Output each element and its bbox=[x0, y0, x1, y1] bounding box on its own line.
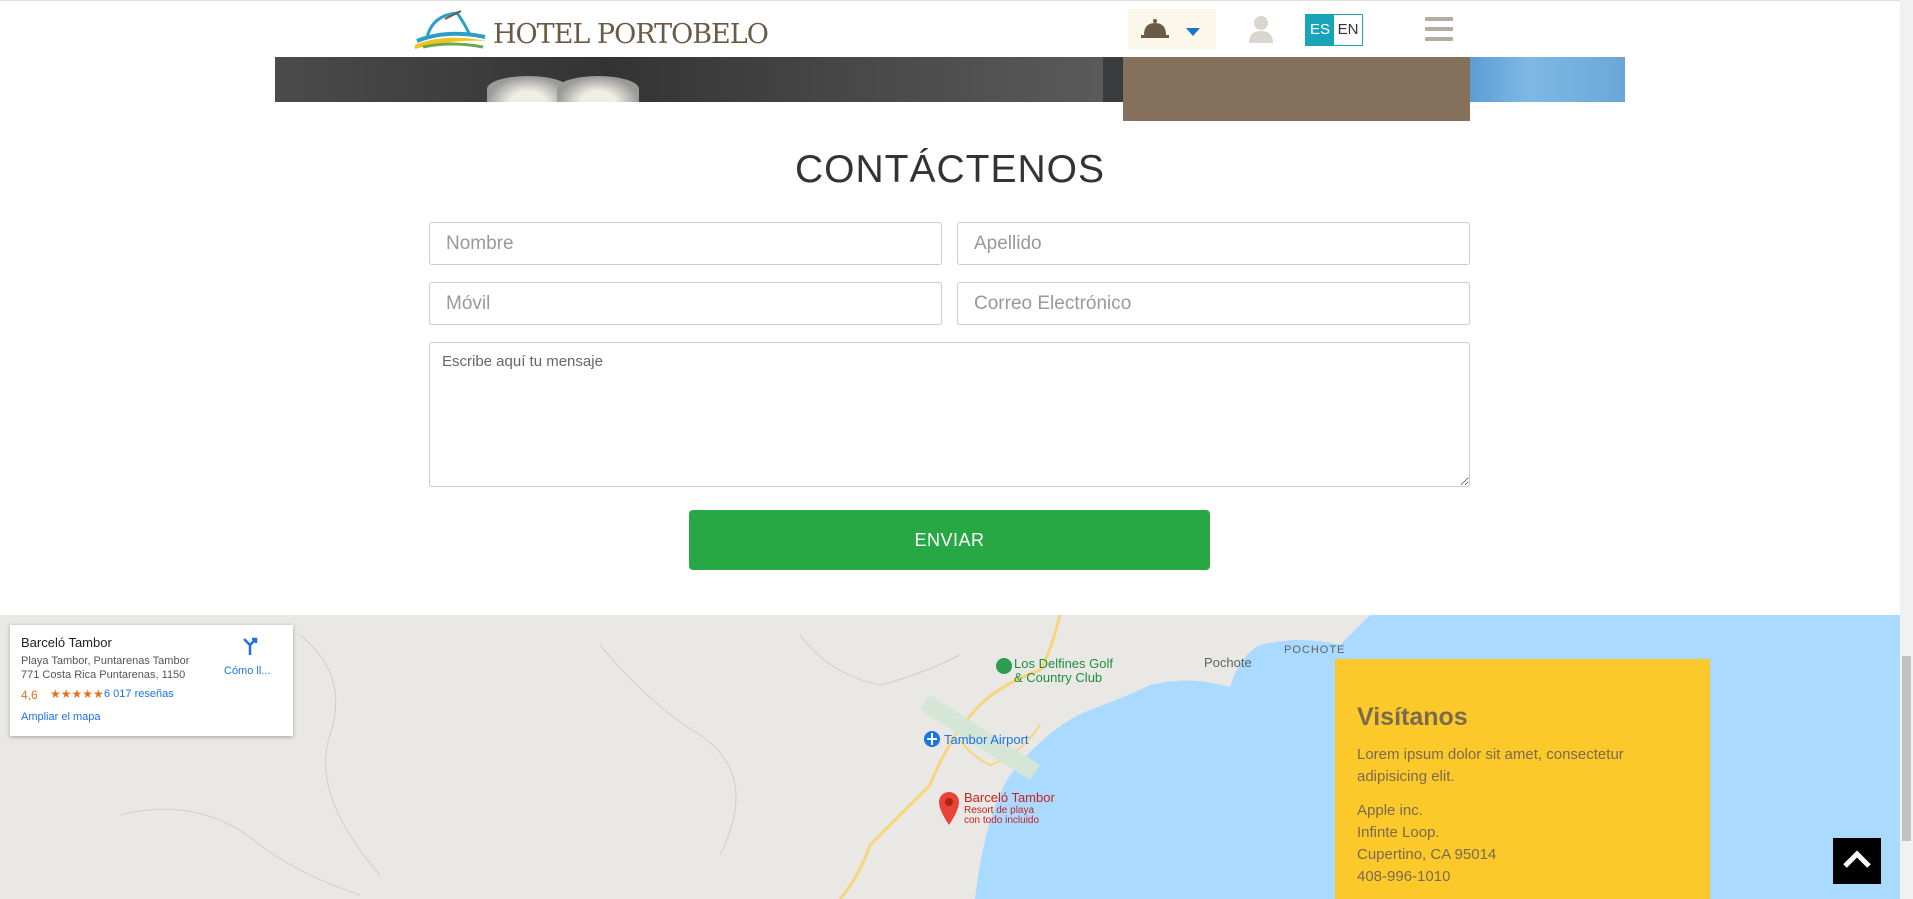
lang-es-button[interactable]: ES bbox=[1306, 15, 1334, 45]
contact-title: CONTÁCTENOS bbox=[794, 148, 1105, 191]
place-address-line1: Playa Tambor, Puntarenas Tambor bbox=[21, 655, 190, 667]
location-pin-icon[interactable] bbox=[937, 790, 961, 826]
pochote-district-label: POCHOTE bbox=[1284, 644, 1346, 656]
user-icon[interactable] bbox=[1245, 13, 1277, 45]
reviews-link[interactable]: 6 017 reseñas bbox=[104, 688, 174, 700]
language-switcher: ES EN bbox=[1305, 14, 1363, 46]
hamburger-menu-icon[interactable] bbox=[1425, 17, 1453, 41]
first-name-input[interactable] bbox=[429, 222, 942, 265]
message-textarea[interactable] bbox=[429, 342, 1470, 487]
hero-image-left bbox=[275, 56, 1103, 102]
bell-icon bbox=[1141, 19, 1200, 38]
airport-marker-icon[interactable] bbox=[923, 730, 941, 748]
hotel-logo[interactable]: HOTEL PORTOBELO bbox=[413, 7, 769, 53]
page-scrollbar[interactable] bbox=[1900, 0, 1913, 899]
pochote-label: Pochote bbox=[1204, 655, 1252, 670]
last-name-input[interactable] bbox=[957, 222, 1470, 265]
place-address-line2: 771 Costa Rica Puntarenas, 1150 bbox=[21, 669, 186, 681]
caret-down-icon bbox=[1186, 28, 1200, 36]
lang-en-button[interactable]: EN bbox=[1334, 15, 1362, 45]
directions-icon[interactable] bbox=[240, 637, 260, 657]
visit-title: Visítanos bbox=[1357, 703, 1468, 731]
visit-phone: 408-996-1010 bbox=[1357, 868, 1451, 885]
visit-us-card: Visítanos Lorem ipsum dolor sit amet, co… bbox=[1335, 659, 1710, 899]
lamp-shape bbox=[557, 76, 639, 102]
site-header: HOTEL PORTOBELO ES EN bbox=[0, 0, 1900, 57]
visit-description: Lorem ipsum dolor sit amet, consectetur … bbox=[1357, 746, 1624, 785]
hero-overlay-box bbox=[1123, 56, 1470, 121]
place-name: Barceló Tambor bbox=[21, 635, 112, 650]
chevron-up-icon bbox=[1843, 850, 1871, 868]
logo-text: HOTEL PORTOBELO bbox=[493, 19, 769, 50]
golf-club-label-line2: & Country Club bbox=[1014, 670, 1103, 685]
reservation-dropdown[interactable] bbox=[1128, 9, 1216, 49]
resort-sub2: con todo incluido bbox=[964, 815, 1040, 826]
scroll-to-top-button[interactable] bbox=[1833, 838, 1881, 884]
hero-image-right bbox=[1465, 56, 1625, 102]
visit-city: Cupertino, CA 95014 bbox=[1357, 846, 1497, 863]
logo-icon bbox=[415, 10, 487, 49]
email-input[interactable] bbox=[957, 282, 1470, 325]
directions-link[interactable]: Cómo ll... bbox=[224, 665, 270, 677]
visit-company: Apple inc. bbox=[1357, 802, 1423, 819]
resort-label[interactable]: Barceló Tambor bbox=[964, 790, 1055, 805]
enlarge-map-link[interactable]: Ampliar el mapa bbox=[21, 711, 100, 723]
visit-street: Infinte Loop. bbox=[1357, 824, 1440, 841]
place-rating: 4,6 bbox=[21, 688, 38, 702]
send-button[interactable]: ENVIAR bbox=[689, 510, 1210, 570]
airport-label[interactable]: Tambor Airport bbox=[944, 732, 1029, 747]
rating-stars-icon: ★★★★★ bbox=[50, 687, 104, 701]
scrollbar-thumb[interactable] bbox=[1902, 656, 1911, 841]
place-info-card: Barceló Tambor Playa Tambor, Puntarenas … bbox=[10, 625, 293, 736]
golf-club-label[interactable]: Los Delfines Golf bbox=[1014, 656, 1113, 671]
mobile-input[interactable] bbox=[429, 282, 942, 325]
golf-marker-icon[interactable] bbox=[995, 657, 1013, 675]
